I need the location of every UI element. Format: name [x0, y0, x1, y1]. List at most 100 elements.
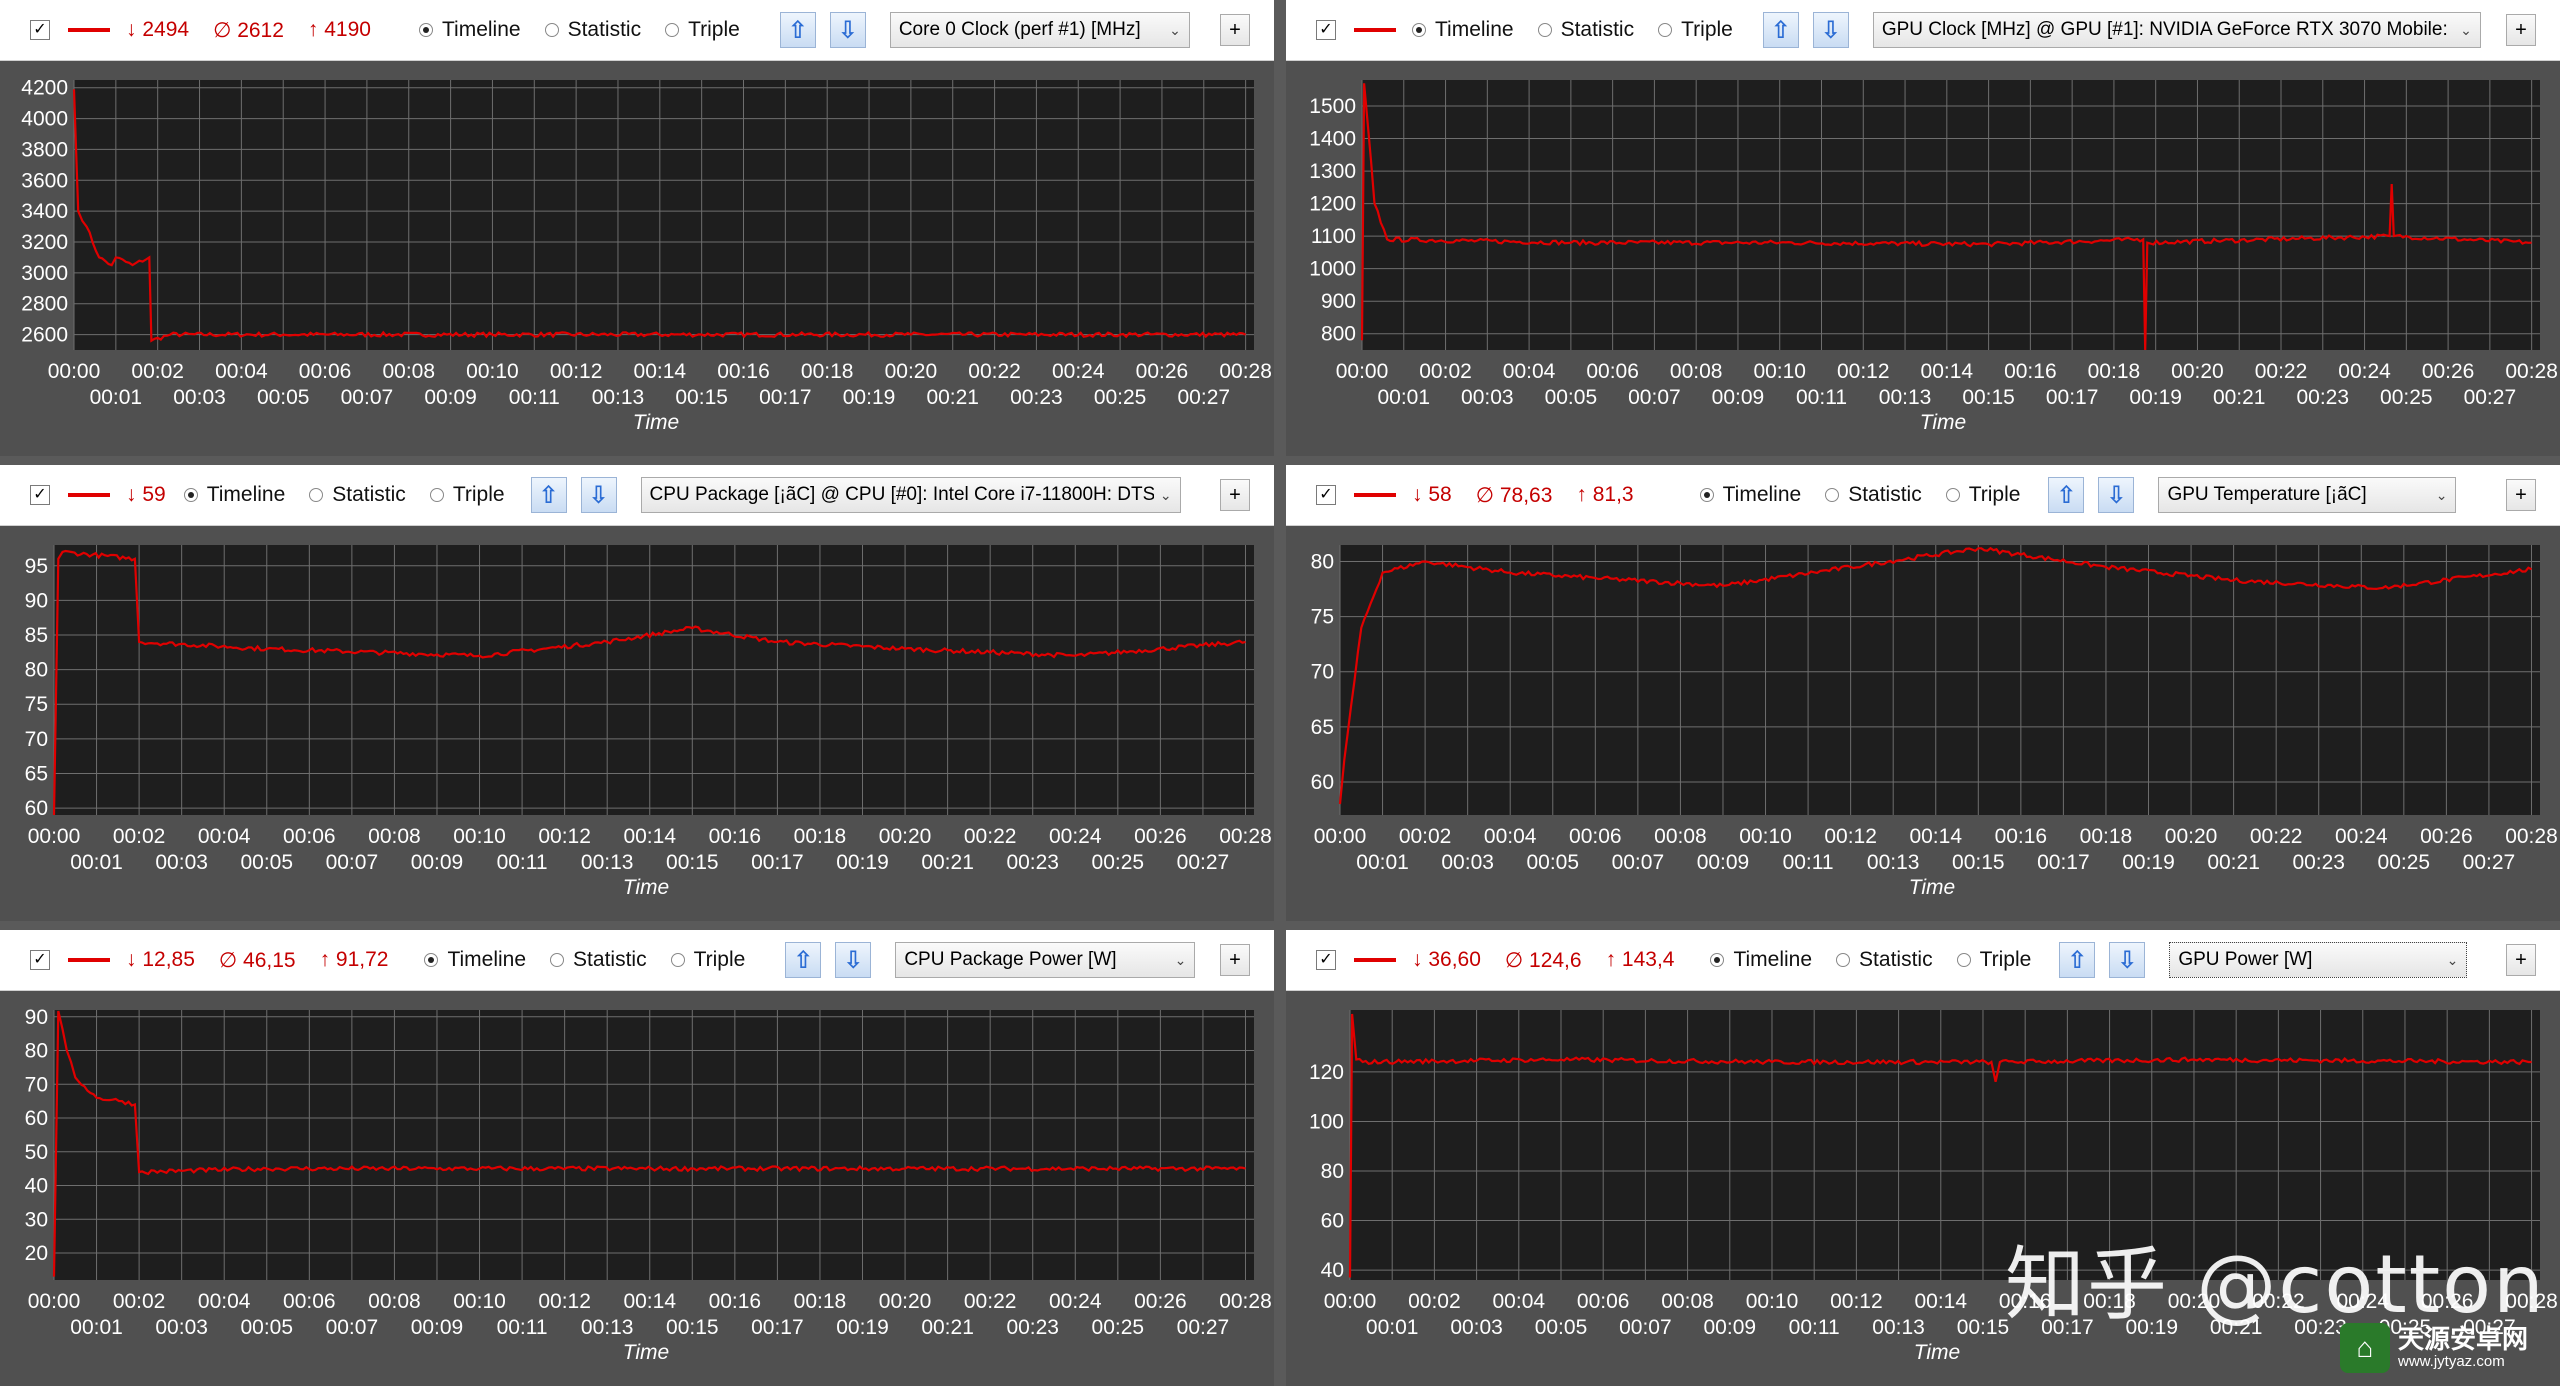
- x-tick-label: 00:03: [1461, 386, 1514, 409]
- radio-dot: [1537, 23, 1552, 37]
- x-tick-label: 00:10: [1739, 825, 1792, 848]
- mode-statistic-radio[interactable]: Statistic: [1825, 483, 1922, 507]
- y-tick-label: 80: [1321, 1160, 1344, 1183]
- x-tick-label: 00:13: [1879, 386, 1932, 409]
- sensor-select-value: Core 0 Clock (perf #1) [MHz]: [898, 19, 1141, 40]
- mode-timeline-radio[interactable]: Timeline: [1699, 483, 1801, 507]
- radio-label: Statistic: [1560, 18, 1635, 41]
- radio-label: Timeline: [441, 18, 521, 41]
- show-graph-checkbox[interactable]: ✓: [30, 950, 50, 970]
- x-tick-label: 00:13: [592, 386, 645, 409]
- line-color-swatch[interactable]: [68, 28, 110, 32]
- mode-statistic-radio[interactable]: Statistic: [309, 483, 406, 507]
- x-tick-label: 00:18: [2080, 825, 2133, 848]
- x-tick-label: 00:05: [1535, 1316, 1588, 1339]
- line-color-swatch[interactable]: [1354, 958, 1396, 962]
- show-graph-checkbox[interactable]: ✓: [1316, 20, 1336, 40]
- mode-timeline-radio[interactable]: Timeline: [1412, 18, 1514, 42]
- mode-timeline-radio[interactable]: Timeline: [1710, 948, 1812, 972]
- y-tick-label: 120: [1309, 1061, 1344, 1084]
- add-graph-button[interactable]: +: [2506, 479, 2536, 511]
- add-graph-button[interactable]: +: [1220, 14, 1250, 46]
- line-color-swatch[interactable]: [1354, 28, 1396, 32]
- sensor-select[interactable]: CPU Package Power [W] ⌄: [895, 942, 1196, 978]
- show-graph-checkbox[interactable]: ✓: [1316, 485, 1336, 505]
- mode-triple-radio[interactable]: Triple: [1945, 483, 2020, 507]
- x-tick-label: 00:04: [215, 360, 268, 383]
- move-up-button[interactable]: ⇧: [530, 477, 567, 513]
- add-graph-button[interactable]: +: [1220, 479, 1250, 511]
- min-value: ↓ 58: [1412, 483, 1452, 506]
- move-down-button[interactable]: ⇩: [2109, 942, 2146, 978]
- mode-triple-radio[interactable]: Triple: [665, 18, 740, 42]
- x-tick-label: 00:22: [964, 825, 1017, 848]
- graph-panel-gpu-clock: ✓ Timeline Statistic Triple ⇧ ⇩ GPU Cloc…: [1286, 0, 2560, 456]
- sensor-select[interactable]: GPU Clock [MHz] @ GPU [#1]: NVIDIA GeFor…: [1872, 12, 2481, 48]
- sensor-select[interactable]: Core 0 Clock (perf #1) [MHz] ⌄: [889, 12, 1190, 48]
- mode-triple-radio[interactable]: Triple: [670, 948, 745, 972]
- x-tick-label: 00:21: [2207, 851, 2260, 874]
- move-up-button[interactable]: ⇧: [779, 12, 816, 48]
- sensor-select[interactable]: CPU Package [¡ãC] @ CPU [#0]: Intel Core…: [640, 477, 1181, 513]
- show-graph-checkbox[interactable]: ✓: [30, 20, 50, 40]
- y-tick-label: 3000: [21, 262, 68, 285]
- x-axis-title: Time: [633, 411, 679, 434]
- mode-timeline-radio[interactable]: Timeline: [183, 483, 285, 507]
- radio-dot: [1412, 23, 1426, 37]
- move-down-button[interactable]: ⇩: [829, 12, 866, 48]
- x-tick-label: 00:11: [509, 386, 560, 409]
- x-tick-label: 00:02: [1419, 360, 1472, 383]
- mode-statistic-radio[interactable]: Statistic: [1537, 18, 1635, 42]
- mode-statistic-radio[interactable]: Statistic: [544, 18, 642, 42]
- mode-triple-radio[interactable]: Triple: [429, 483, 505, 507]
- x-axis-title: Time: [623, 1341, 669, 1364]
- x-tick-label: 00:00: [1324, 1290, 1377, 1313]
- x-tick-label: 00:04: [198, 825, 251, 848]
- sensor-select[interactable]: GPU Power [W] ⌄: [2169, 942, 2468, 978]
- sensor-select[interactable]: GPU Temperature [¡ãC] ⌄: [2158, 477, 2457, 513]
- show-graph-checkbox[interactable]: ✓: [1316, 950, 1336, 970]
- move-up-button[interactable]: ⇧: [2048, 477, 2085, 513]
- move-down-button[interactable]: ⇩: [1812, 12, 1849, 48]
- move-up-button[interactable]: ⇧: [1762, 12, 1799, 48]
- add-graph-button[interactable]: +: [1220, 944, 1250, 976]
- mode-timeline-radio[interactable]: Timeline: [424, 948, 526, 972]
- show-graph-checkbox[interactable]: ✓: [30, 485, 50, 505]
- x-tick-label: 00:15: [666, 1316, 719, 1339]
- radio-dot: [1710, 953, 1725, 967]
- y-tick-label: 1000: [1309, 258, 1356, 281]
- radio-label: Statistic: [567, 18, 642, 41]
- x-tick-label: 00:09: [1697, 851, 1750, 874]
- x-tick-label: 00:22: [2255, 360, 2308, 383]
- move-down-button[interactable]: ⇩: [835, 942, 872, 978]
- line-color-swatch[interactable]: [68, 958, 110, 962]
- move-down-button[interactable]: ⇩: [580, 477, 617, 513]
- x-tick-label: 00:03: [1450, 1316, 1503, 1339]
- move-down-button[interactable]: ⇩: [2098, 477, 2135, 513]
- add-graph-button[interactable]: +: [2506, 14, 2536, 46]
- x-tick-label: 00:07: [1628, 386, 1681, 409]
- radio-label: Statistic: [573, 948, 647, 971]
- graph-toolbar: ✓ ↓ 12,85 ∅ 46,15 ↑ 91,72 Timeline Stati…: [0, 930, 1274, 991]
- move-up-button[interactable]: ⇧: [2059, 942, 2096, 978]
- line-color-swatch[interactable]: [1354, 493, 1396, 497]
- line-color-swatch[interactable]: [68, 493, 110, 497]
- add-graph-button[interactable]: +: [2506, 944, 2536, 976]
- x-tick-label: 00:21: [926, 386, 979, 409]
- mode-timeline-radio[interactable]: Timeline: [418, 18, 521, 42]
- mode-statistic-radio[interactable]: Statistic: [1836, 948, 1933, 972]
- mode-triple-radio[interactable]: Triple: [1658, 18, 1733, 42]
- x-tick-label: 00:08: [1670, 360, 1723, 383]
- y-tick-label: 60: [1311, 771, 1334, 794]
- mode-triple-radio[interactable]: Triple: [1956, 948, 2031, 972]
- move-up-button[interactable]: ⇧: [785, 942, 822, 978]
- y-tick-label: 80: [25, 1040, 48, 1063]
- x-tick-label: 00:28: [1219, 1290, 1272, 1313]
- radio-dot: [1945, 488, 1960, 502]
- mode-statistic-radio[interactable]: Statistic: [550, 948, 647, 972]
- x-tick-label: 00:02: [131, 360, 184, 383]
- arrow-down-icon: ⇩: [1820, 16, 1841, 44]
- arrow-down-icon: ⇩: [837, 16, 858, 44]
- x-tick-label: 00:12: [1824, 825, 1877, 848]
- x-tick-label: 00:08: [368, 825, 421, 848]
